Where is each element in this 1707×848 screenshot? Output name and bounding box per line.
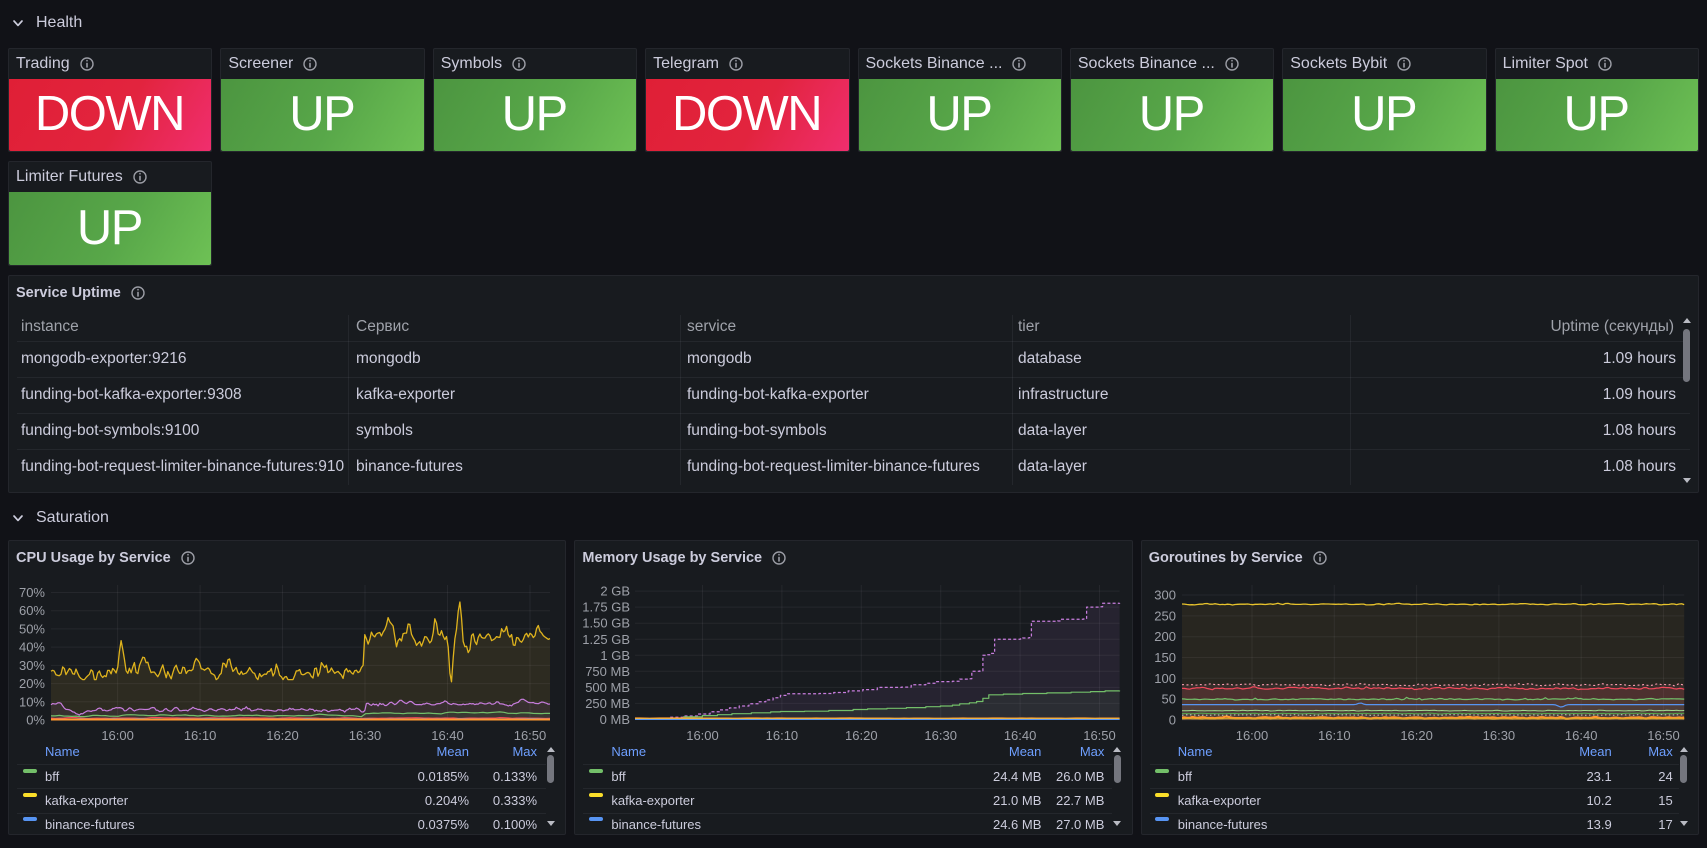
svg-text:500 MB: 500 MB <box>586 680 631 695</box>
svg-text:1.25 GB: 1.25 GB <box>583 632 631 647</box>
svg-text:300: 300 <box>1154 588 1176 603</box>
svg-text:16:30: 16:30 <box>349 728 382 743</box>
svg-text:16:30: 16:30 <box>925 728 958 743</box>
svg-text:0: 0 <box>1169 713 1176 728</box>
svg-text:16:40: 16:40 <box>1004 728 1037 743</box>
svg-text:16:20: 16:20 <box>266 728 299 743</box>
svg-text:250: 250 <box>1154 609 1176 624</box>
svg-text:1.50 GB: 1.50 GB <box>583 616 631 631</box>
svg-text:2 GB: 2 GB <box>601 584 631 599</box>
svg-text:750 MB: 750 MB <box>586 664 631 679</box>
svg-text:1.75 GB: 1.75 GB <box>583 600 631 615</box>
svg-text:16:10: 16:10 <box>184 728 217 743</box>
svg-text:0%: 0% <box>26 713 45 728</box>
svg-text:10%: 10% <box>19 695 45 710</box>
svg-text:16:50: 16:50 <box>1084 728 1117 743</box>
svg-text:150: 150 <box>1154 650 1176 665</box>
svg-text:20%: 20% <box>19 676 45 691</box>
svg-text:16:10: 16:10 <box>1318 728 1351 743</box>
svg-text:60%: 60% <box>19 604 45 619</box>
svg-text:16:20: 16:20 <box>1400 728 1433 743</box>
svg-text:16:00: 16:00 <box>1235 728 1268 743</box>
svg-text:200: 200 <box>1154 630 1176 645</box>
svg-text:50: 50 <box>1161 692 1175 707</box>
svg-text:16:20: 16:20 <box>845 728 878 743</box>
svg-text:16:50: 16:50 <box>514 728 547 743</box>
svg-text:16:00: 16:00 <box>101 728 134 743</box>
svg-text:16:00: 16:00 <box>687 728 720 743</box>
svg-text:16:30: 16:30 <box>1482 728 1515 743</box>
svg-text:16:10: 16:10 <box>766 728 799 743</box>
svg-text:16:40: 16:40 <box>431 728 464 743</box>
svg-text:100: 100 <box>1154 671 1176 686</box>
svg-text:70%: 70% <box>19 585 45 600</box>
svg-text:1 GB: 1 GB <box>601 648 631 663</box>
svg-text:16:50: 16:50 <box>1647 728 1680 743</box>
svg-text:0 MB: 0 MB <box>600 712 630 727</box>
svg-text:250 MB: 250 MB <box>586 696 631 711</box>
svg-text:16:40: 16:40 <box>1565 728 1598 743</box>
svg-text:50%: 50% <box>19 622 45 637</box>
svg-text:30%: 30% <box>19 658 45 673</box>
svg-text:40%: 40% <box>19 640 45 655</box>
